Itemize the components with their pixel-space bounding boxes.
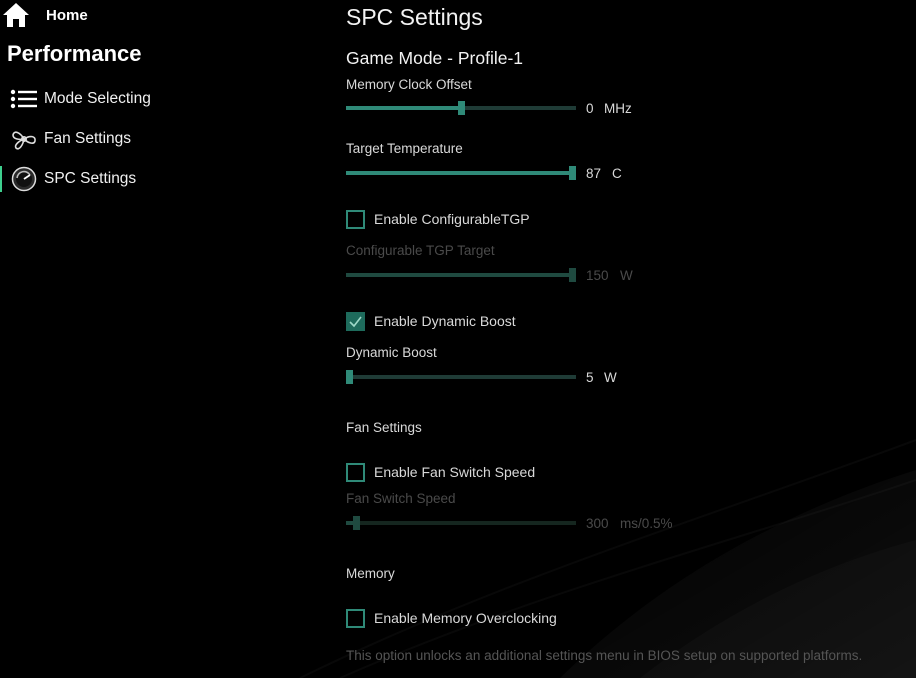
sidebar-item-label: Mode Selecting [44,90,151,107]
memory-clock-offset-label: Memory Clock Offset [346,78,472,92]
checkbox-label: Enable Fan Switch Speed [374,464,536,480]
dynamic-boost-label: Dynamic Boost [346,345,437,360]
app-window: Home Performance Mode Selecting Fan Sett… [0,0,916,678]
sidebar-item-fan-settings[interactable]: Fan Settings [0,122,300,156]
sidebar-item-label: SPC Settings [44,170,137,187]
checkbox-label: Enable Memory Overclocking [374,610,557,626]
memory-clock-offset-unit: MHz [604,101,632,116]
slider-track [346,521,576,525]
checkbox-box[interactable] [346,311,365,331]
dynamic-boost-value: 5 [586,370,594,385]
memory-overclocking-note: This option unlocks an additional settin… [346,648,863,663]
enable-configurable-tgp-checkbox[interactable]: Enable ConfigurableTGP [346,209,530,229]
slider-thumb[interactable] [569,166,576,180]
profile-title: Game Mode - Profile-1 [346,48,524,68]
slider-track [346,375,576,379]
sidebar-item-mode-selecting[interactable]: Mode Selecting [0,82,300,116]
target-temperature-label: Target Temperature [346,141,463,156]
fan-switch-speed-slider[interactable] [346,516,578,530]
slider-fill [346,106,461,110]
fan-switch-speed-unit: ms/0.5% [620,516,673,531]
sidebar-section-title: Performance [7,41,142,66]
checkbox-box[interactable] [346,608,365,628]
checkbox-label: Enable Dynamic Boost [374,313,516,329]
slider-thumb[interactable] [569,268,576,282]
gauge-icon [9,164,39,194]
home-label: Home [46,6,88,24]
sidebar-item-spc-settings[interactable]: SPC Settings [0,162,300,196]
fan-settings-section-title: Fan Settings [346,420,422,435]
memory-clock-offset-value: 0 [586,101,594,116]
home-nav[interactable]: Home [2,0,88,30]
home-icon [3,3,29,27]
fan-switch-speed-label: Fan Switch Speed [346,491,456,506]
checkbox-box[interactable] [346,209,365,229]
settings-scroll-area[interactable]: Memory Clock Offset 0 MHz Target Tempera… [330,78,916,678]
checkmark-icon [349,316,362,327]
configurable-tgp-target-slider[interactable] [346,268,578,282]
configurable-tgp-target-label: Configurable TGP Target [346,243,495,258]
fan-switch-speed-value: 300 [586,516,609,531]
sidebar-item-label: Fan Settings [44,130,132,147]
target-temperature-unit: C [612,166,622,181]
list-icon [9,84,39,114]
slider-thumb[interactable] [457,101,465,115]
dynamic-boost-unit: W [604,370,617,385]
slider-thumb[interactable] [346,370,353,384]
page-title: SPC Settings [346,4,483,30]
checkbox-label: Enable ConfigurableTGP [374,211,530,227]
target-temperature-slider[interactable] [346,166,578,180]
enable-dynamic-boost-checkbox[interactable]: Enable Dynamic Boost [346,311,516,331]
target-temperature-value: 87 [586,166,602,181]
slider-fill [346,273,573,277]
slider-fill [346,171,573,175]
memory-section-title: Memory [346,566,395,581]
enable-fan-switch-speed-checkbox[interactable]: Enable Fan Switch Speed [346,462,535,482]
checkbox-box[interactable] [346,462,365,482]
memory-clock-offset-slider[interactable] [346,101,578,115]
configurable-tgp-target-unit: W [620,268,633,283]
enable-memory-overclocking-checkbox[interactable]: Enable Memory Overclocking [346,608,557,628]
slider-thumb[interactable] [352,516,360,530]
fan-icon [9,124,39,154]
configurable-tgp-target-value: 150 [586,268,609,283]
dynamic-boost-slider[interactable] [346,370,578,384]
